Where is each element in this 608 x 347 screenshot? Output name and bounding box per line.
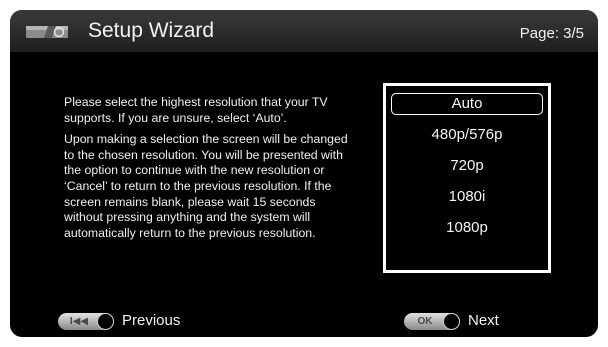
skip-back-glyph: I◀◀ (69, 316, 89, 327)
option-auto[interactable]: Auto (391, 93, 543, 115)
previous-label: Previous (122, 312, 181, 329)
next-label: Next (468, 312, 499, 329)
instructions-paragraph-1: Please select the highest resolution tha… (64, 95, 328, 125)
header-bar: Setup Wizard Page: 3/5 (10, 10, 598, 52)
option-1080p[interactable]: 1080p (391, 217, 543, 239)
resolution-options-list: Auto 480p/576p 720p 1080i 1080p (383, 83, 551, 273)
instructions-text: Please select the highest resolution tha… (64, 95, 356, 247)
instructions-paragraph-2: Upon making a selection the screen will … (64, 132, 348, 240)
setup-wizard-screen: Setup Wizard Page: 3/5 Please select the… (10, 10, 598, 337)
ok-glyph: OK (417, 316, 433, 327)
option-480p-576p[interactable]: 480p/576p (391, 124, 543, 146)
device-icon (26, 26, 68, 38)
page-indicator: Page: 3/5 (519, 25, 584, 42)
option-1080i[interactable]: 1080i (391, 186, 543, 208)
skip-back-icon: I◀◀ (58, 313, 114, 330)
page-title: Setup Wizard (88, 19, 215, 42)
option-720p[interactable]: 720p (391, 155, 543, 177)
ok-button-icon: OK (404, 313, 460, 330)
